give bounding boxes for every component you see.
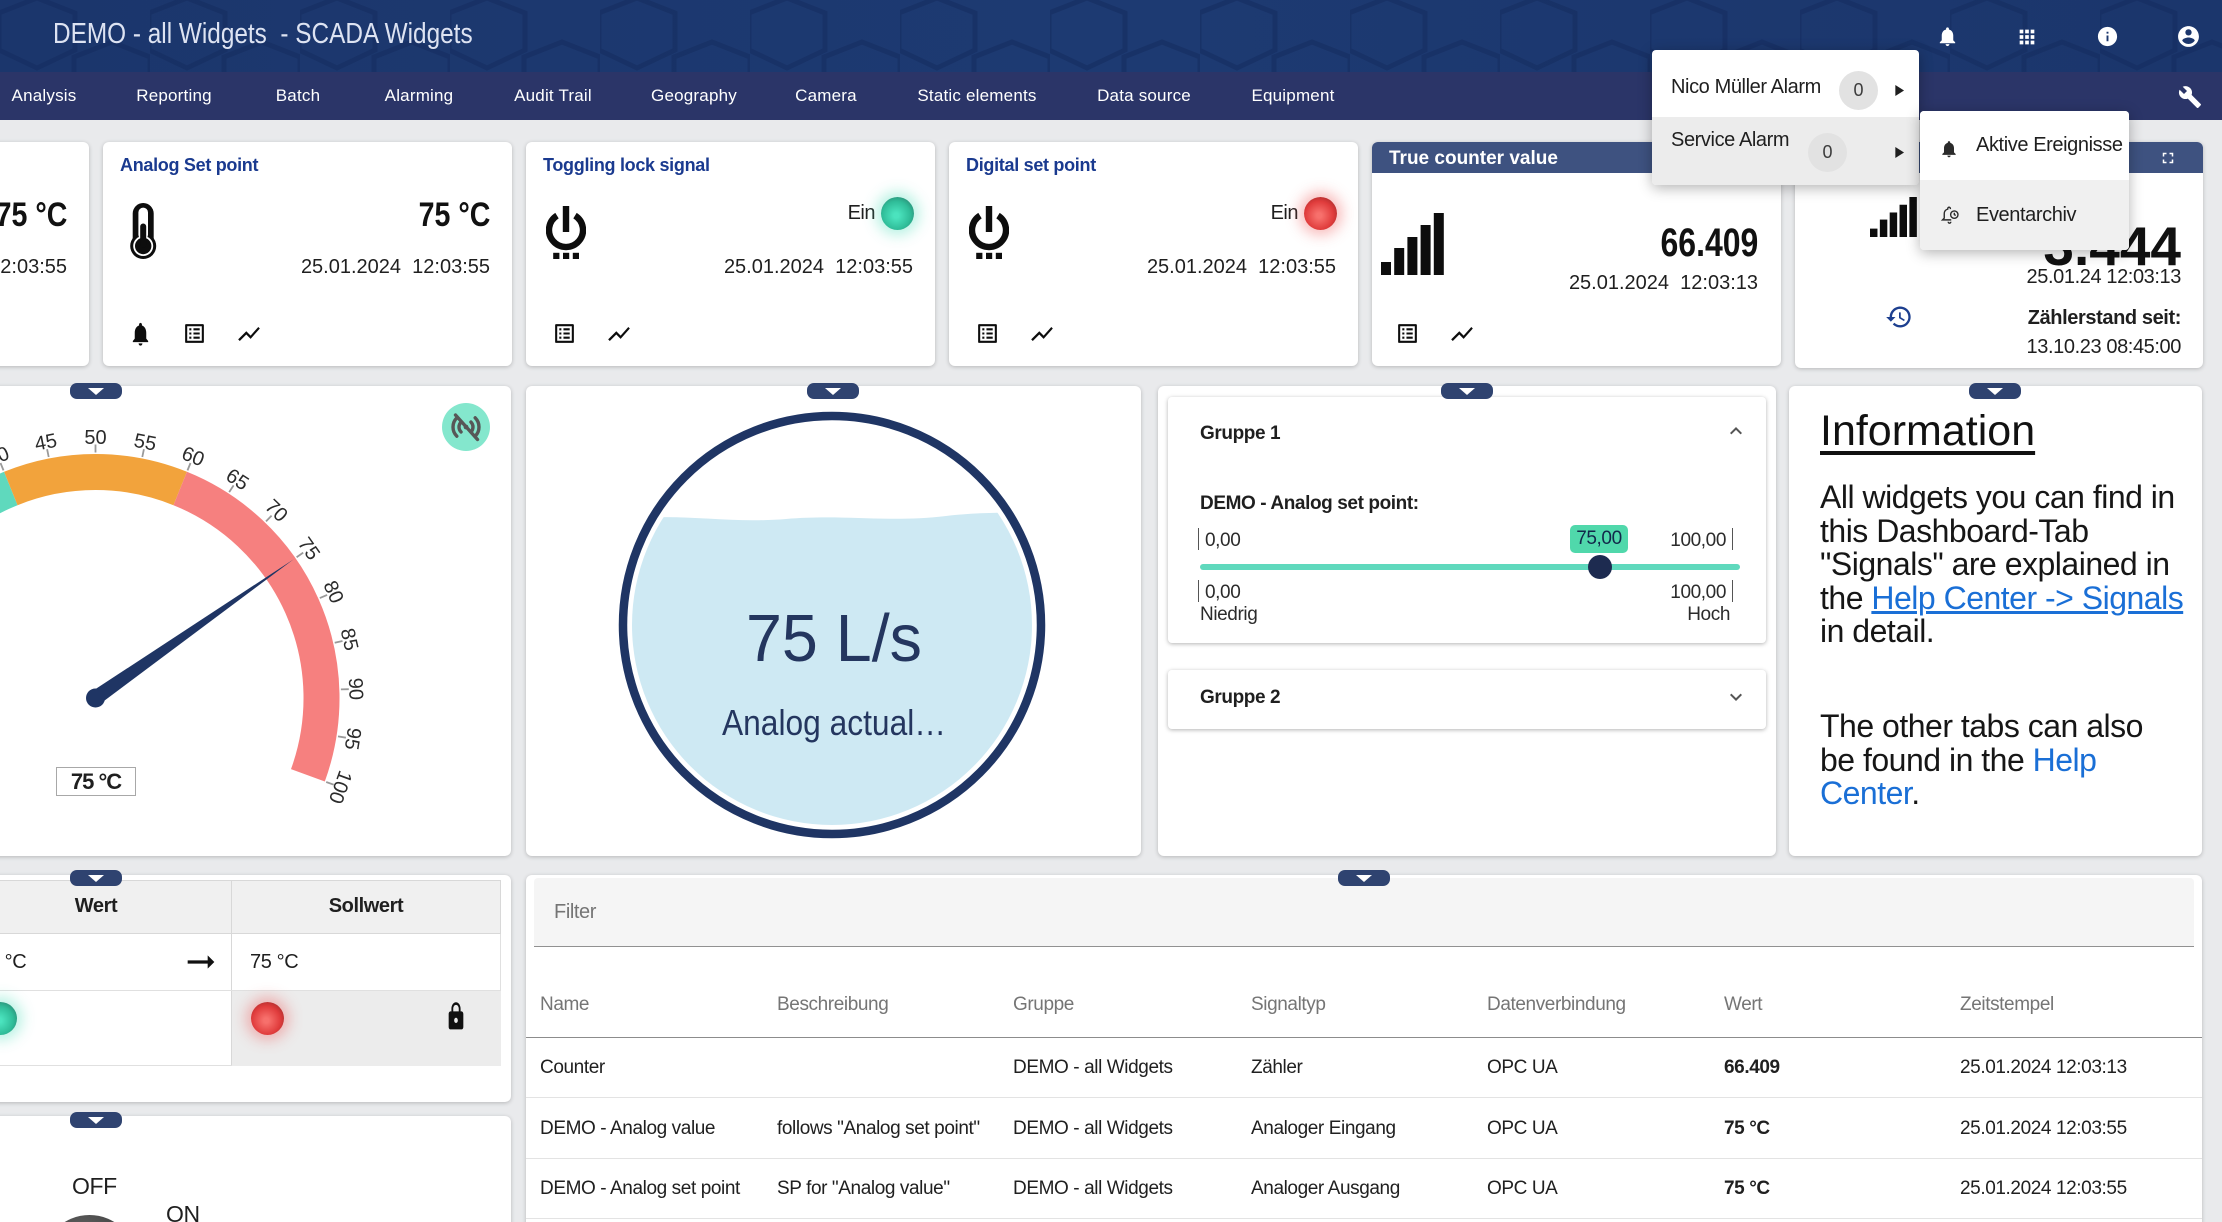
- svg-text:80: 80: [318, 578, 347, 607]
- svg-text:70: 70: [260, 495, 291, 526]
- svg-text:55: 55: [132, 430, 158, 456]
- svg-text:Analog actual…: Analog actual…: [722, 702, 946, 743]
- svg-text:50: 50: [84, 427, 106, 449]
- svg-text:75: 75: [293, 533, 324, 564]
- svg-text:75 L/s: 75 L/s: [746, 601, 922, 676]
- svg-text:45: 45: [33, 430, 59, 456]
- svg-text:85: 85: [336, 626, 362, 653]
- svg-text:40: 40: [0, 443, 13, 472]
- svg-text:100: 100: [324, 768, 356, 807]
- svg-text:95: 95: [340, 726, 365, 751]
- svg-text:65: 65: [222, 465, 253, 496]
- svg-text:90: 90: [344, 677, 367, 700]
- svg-text:60: 60: [178, 443, 207, 472]
